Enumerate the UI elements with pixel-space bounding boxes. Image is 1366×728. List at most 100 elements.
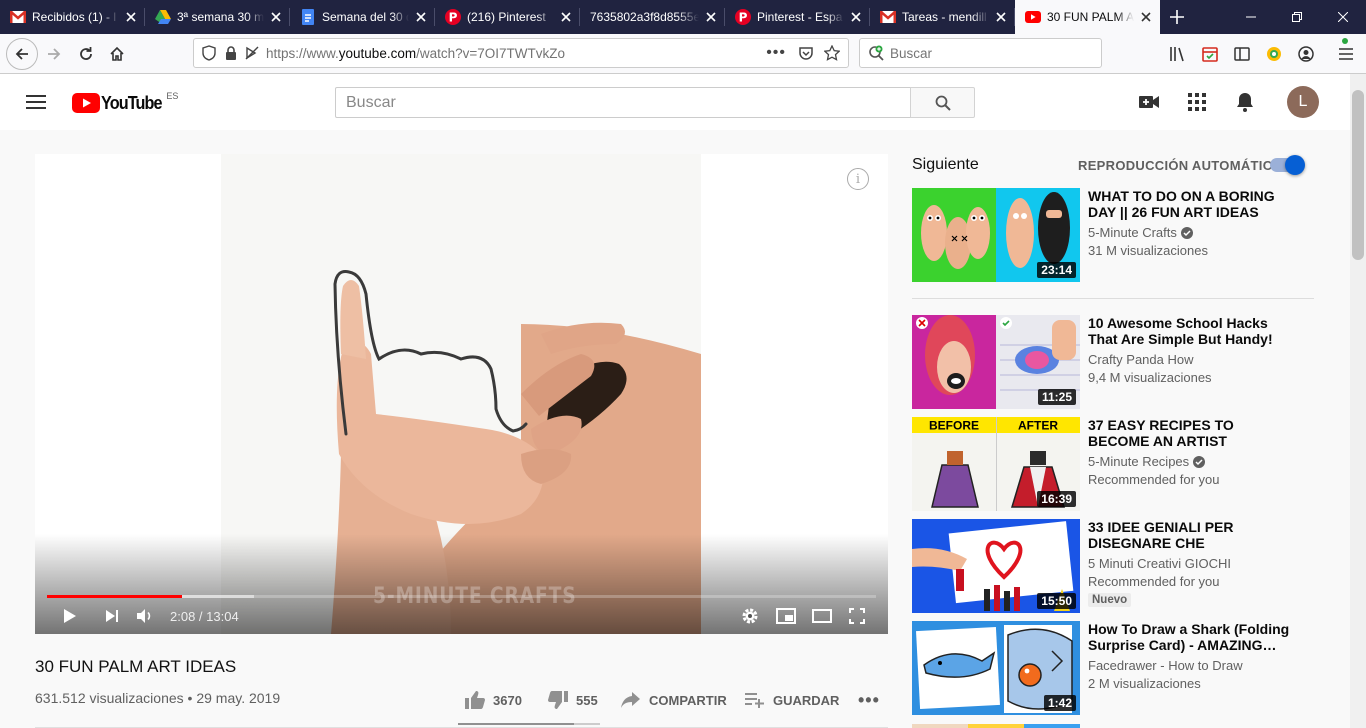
autoplay-toggle[interactable] — [1270, 155, 1305, 175]
recommendation-reason: Recommended for you — [1088, 472, 1220, 487]
channel-name[interactable]: 5 Minuti Creativi GIOCHI — [1088, 556, 1231, 571]
restore-icon[interactable] — [1274, 0, 1320, 34]
more-actions-icon[interactable]: ••• — [858, 688, 880, 712]
video-card-title[interactable]: WHAT TO DO ON A BORING DAY || 26 FUN ART… — [1088, 188, 1298, 220]
info-card-icon[interactable]: i — [847, 168, 869, 190]
library-icon[interactable] — [1168, 44, 1188, 64]
close-tab-icon[interactable] — [268, 9, 284, 25]
up-next-video-card[interactable]: 15:50 33 IDEE GENIALI PER DISEGNARE CHE … — [912, 519, 1314, 613]
channel-name[interactable]: 5-Minute Recipes — [1088, 454, 1206, 469]
new-tab-button[interactable] — [1160, 0, 1194, 34]
browser-search-box[interactable] — [859, 38, 1102, 68]
video-thumbnail[interactable]: 11:25 — [912, 315, 1080, 409]
dislike-button[interactable]: 555 — [548, 688, 598, 712]
close-tab-icon[interactable] — [848, 9, 864, 25]
close-tab-icon[interactable] — [123, 9, 139, 25]
search-engine-icon[interactable] — [868, 45, 884, 61]
bookmark-star-icon[interactable] — [824, 45, 840, 61]
miniplayer-icon — [776, 608, 796, 624]
extension-circle-icon[interactable] — [1264, 44, 1284, 64]
theater-mode-button[interactable] — [810, 605, 834, 627]
scrollbar-thumb[interactable] — [1352, 90, 1364, 260]
video-card-title[interactable]: 37 EASY RECIPES TO BECOME AN ARTIST — [1088, 417, 1298, 449]
verified-check-icon — [1180, 226, 1193, 239]
notifications-bell-icon[interactable] — [1233, 90, 1257, 114]
playlist-add-icon — [745, 693, 764, 708]
close-window-icon[interactable] — [1320, 0, 1366, 34]
tab-pinterest[interactable]: P (216) Pinterest — [435, 0, 580, 34]
page-actions-icon[interactable]: ••• — [766, 44, 786, 62]
back-button[interactable] — [6, 38, 38, 70]
tab-label: Pinterest - Espa — [757, 10, 843, 24]
video-thumbnail[interactable]: 15:50 — [912, 519, 1080, 613]
up-next-video-card[interactable]: 11:25 10 Awesome School Hacks That Are S… — [912, 315, 1314, 409]
create-video-icon[interactable] — [1137, 90, 1161, 114]
tab-docs[interactable]: Semana del 30 d — [290, 0, 435, 34]
extension-red-icon[interactable] — [1200, 44, 1220, 64]
video-card-title[interactable]: 10 Awesome School Hacks That Are Simple … — [1088, 315, 1298, 347]
avatar[interactable]: L — [1287, 86, 1319, 118]
tab-gmail-tareas[interactable]: Tareas - mendill — [870, 0, 1015, 34]
channel-name[interactable]: 5-Minute Crafts — [1088, 225, 1193, 240]
tab-label: 3ª semana 30 m — [177, 10, 264, 24]
channel-name[interactable]: Facedrawer - How to Draw — [1088, 658, 1243, 673]
next-button[interactable] — [101, 605, 123, 627]
close-tab-icon[interactable] — [1138, 9, 1154, 25]
up-next-video-card[interactable]: 1:42 How To Draw a Shark (Folding Surpri… — [912, 621, 1314, 715]
youtube-search-box[interactable] — [335, 87, 911, 118]
video-card-title[interactable]: How To Draw a Shark (Folding Surprise Ca… — [1088, 621, 1298, 653]
pocket-icon[interactable] — [798, 45, 814, 61]
mute-button[interactable] — [134, 605, 156, 627]
forward-button[interactable] — [38, 38, 70, 70]
up-next-video-card[interactable]: 23:14 WHAT TO DO ON A BORING DAY || 26 F… — [912, 188, 1314, 282]
tab-pinterest-es[interactable]: P Pinterest - Espa — [725, 0, 870, 34]
reload-button[interactable] — [70, 38, 102, 70]
close-tab-icon[interactable] — [413, 9, 429, 25]
sidebar-icon[interactable] — [1232, 44, 1252, 64]
fullscreen-button[interactable] — [846, 605, 868, 627]
url-bar[interactable]: https://www.youtube.com/watch?v=7OI7TWTv… — [193, 38, 849, 68]
tab-image[interactable]: 7635802a3f8d8555e1 — [580, 0, 725, 34]
channel-name[interactable]: Crafty Panda How — [1088, 352, 1194, 367]
tab-drive[interactable]: 3ª semana 30 m — [145, 0, 290, 34]
browser-search-input[interactable] — [890, 45, 1090, 61]
autoplay-blocked-icon[interactable] — [244, 45, 260, 61]
channel-label: Facedrawer - How to Draw — [1088, 658, 1243, 673]
video-player[interactable]: i 5-MINUTE CRAFTS 2:08 / 13:04 — [35, 154, 888, 634]
toggle-knob — [1285, 155, 1305, 175]
miniplayer-button[interactable] — [774, 605, 798, 627]
video-card-title[interactable]: 33 IDEE GENIALI PER DISEGNARE CHE DESIDE… — [1088, 519, 1298, 551]
account-icon[interactable] — [1296, 44, 1316, 64]
youtube-search-button[interactable] — [910, 87, 975, 118]
share-button[interactable]: COMPARTIR — [621, 688, 727, 712]
close-tab-icon[interactable] — [558, 9, 574, 25]
tab-gmail-inbox[interactable]: Recibidos (1) - l — [0, 0, 145, 34]
apps-grid-icon[interactable] — [1185, 90, 1209, 114]
tab-youtube-active[interactable]: 30 FUN PALM A — [1015, 0, 1160, 34]
lock-icon[interactable] — [225, 46, 237, 60]
video-thumbnail[interactable]: 23:14 — [912, 188, 1080, 282]
page-scrollbar[interactable] — [1350, 74, 1366, 728]
close-tab-icon[interactable] — [703, 9, 719, 25]
like-button[interactable]: 3670 — [465, 688, 522, 712]
thumb-after-label: AFTER — [1018, 419, 1058, 433]
home-button[interactable] — [101, 38, 133, 70]
sentiment-bar — [458, 723, 600, 725]
video-thumbnail[interactable]: BEFORE AFTER 16:39 — [912, 417, 1080, 511]
guide-menu-icon[interactable] — [24, 90, 48, 114]
youtube-header: YouTube ES L — [0, 74, 1350, 130]
save-button[interactable]: GUARDAR — [745, 688, 839, 712]
video-thumbnail[interactable]: 1:42 — [912, 621, 1080, 715]
up-next-video-card[interactable]: BEFORE AFTER 16:39 37 EASY RECIPES TO BE… — [912, 417, 1314, 511]
youtube-logo[interactable]: YouTube ES — [72, 91, 178, 113]
close-tab-icon[interactable] — [993, 9, 1009, 25]
hamburger-menu-icon[interactable] — [1336, 44, 1356, 64]
shield-icon[interactable] — [202, 45, 216, 61]
youtube-search-input[interactable] — [346, 93, 886, 112]
minimize-icon[interactable] — [1228, 0, 1274, 34]
play-icon — [64, 609, 76, 623]
progress-bar[interactable] — [47, 595, 876, 598]
play-button[interactable] — [59, 605, 81, 627]
settings-button[interactable] — [739, 605, 761, 627]
arrow-left-icon — [15, 48, 28, 60]
